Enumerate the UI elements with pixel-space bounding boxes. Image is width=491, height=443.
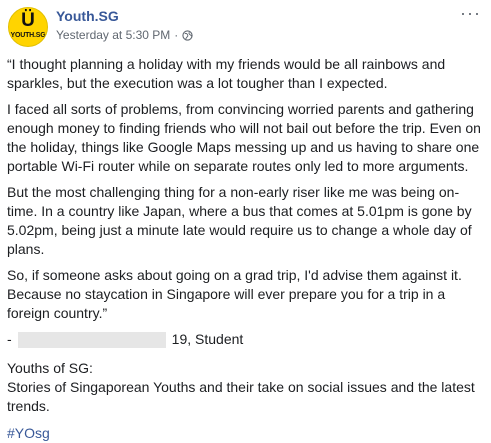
- post-paragraph: “I thought planning a holiday with my fr…: [7, 56, 446, 91]
- footer-block: Youths of SG: Stories of Singaporean You…: [7, 359, 485, 443]
- facebook-post: Ü YOUTH.SG Youth.SG Yesterday at 5:30 PM…: [0, 0, 491, 441]
- avatar-text: YOUTH.SG: [10, 32, 46, 39]
- post-content: “I thought planning a holiday with my fr…: [7, 55, 485, 443]
- page-avatar[interactable]: Ü YOUTH.SG: [8, 7, 48, 47]
- hashtag-link[interactable]: #YOsg: [7, 424, 50, 443]
- page-name-link[interactable]: Youth.SG: [56, 7, 119, 25]
- more-options-icon[interactable]: ···: [460, 4, 481, 22]
- post-paragraph: But the most challenging thing for a non…: [7, 184, 472, 257]
- footer-text: Stories of Singaporean Youths and their …: [7, 379, 475, 414]
- post-meta: Yesterday at 5:30 PM ·: [56, 28, 193, 42]
- meta-separator: ·: [174, 28, 179, 42]
- avatar-symbol: Ü: [21, 10, 35, 31]
- attribution-dash: -: [7, 331, 12, 347]
- attribution: - 19, Student: [7, 330, 485, 349]
- footer-title: Youths of SG:: [7, 360, 93, 376]
- post-paragraph: I faced all sorts of problems, from conv…: [7, 101, 481, 174]
- globe-icon[interactable]: [182, 29, 193, 41]
- attribution-text: 19, Student: [171, 331, 244, 347]
- post-timestamp[interactable]: Yesterday at 5:30 PM: [56, 28, 170, 42]
- post-paragraph: So, if someone asks about going on a gra…: [7, 267, 462, 321]
- redacted-name: [17, 331, 166, 348]
